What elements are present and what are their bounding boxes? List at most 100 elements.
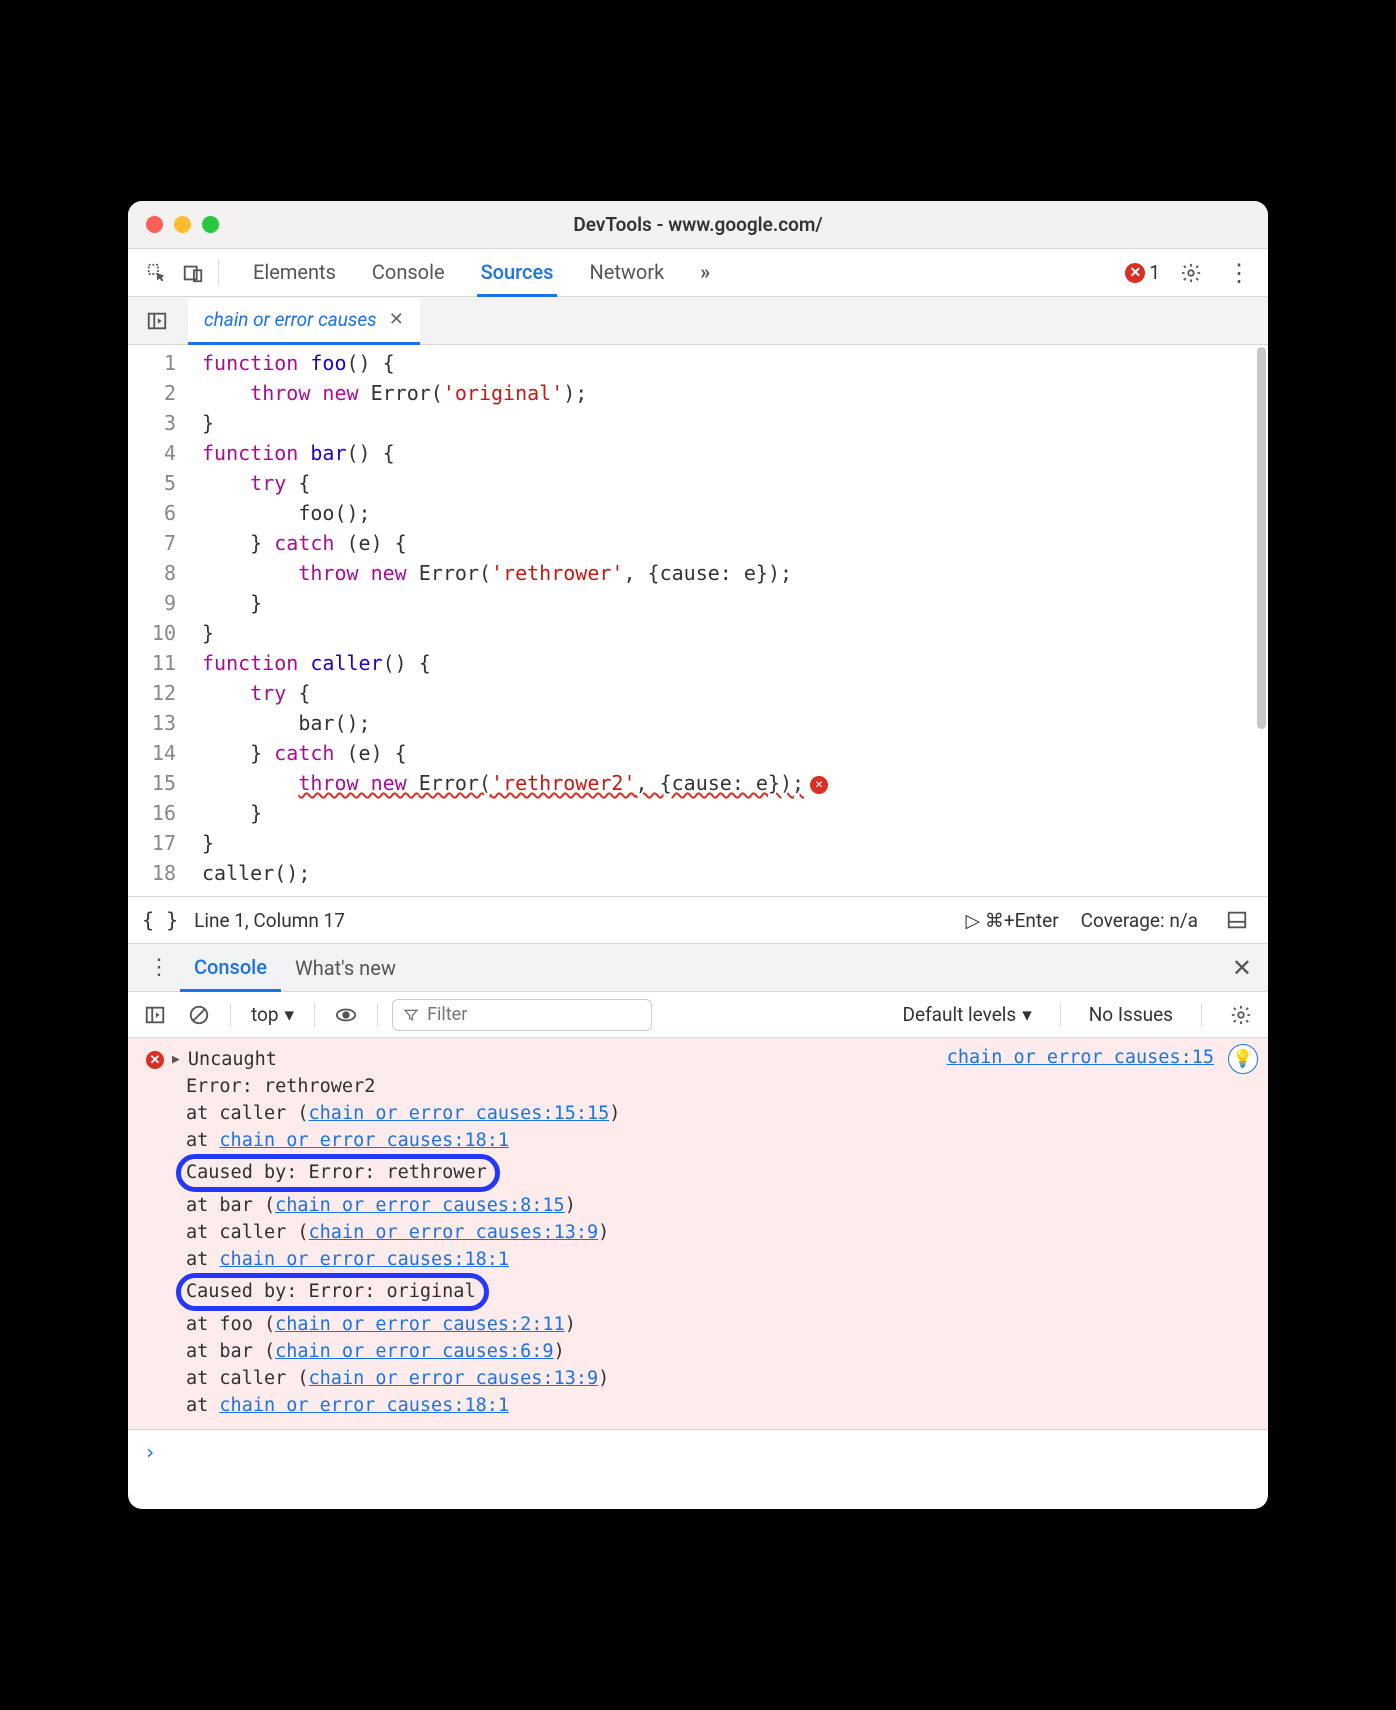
source-link[interactable]: chain or error causes:18:1 [219, 1130, 509, 1151]
close-window-button[interactable] [146, 216, 163, 233]
ai-lightbulb-icon[interactable]: 💡 [1228, 1044, 1258, 1074]
separator [1201, 1003, 1202, 1027]
expand-toggle-icon[interactable]: ▶ [172, 1046, 180, 1073]
source-link[interactable]: chain or error causes:13:9 [309, 1368, 599, 1389]
tabs-overflow-button[interactable]: » [696, 250, 714, 296]
code-line[interactable]: foo(); [202, 498, 828, 528]
maximize-window-button[interactable] [202, 216, 219, 233]
run-snippet-button[interactable]: ▷ ⌘+Enter [966, 909, 1059, 932]
context-selector[interactable]: top ▾ [245, 1003, 300, 1026]
source-link[interactable]: chain or error causes:18:1 [219, 1249, 509, 1270]
line-number: 2 [128, 378, 176, 408]
message-source-link[interactable]: chain or error causes:15 [947, 1044, 1214, 1071]
live-expression-icon[interactable] [329, 998, 363, 1032]
code-editor[interactable]: 123456789101112131415161718 function foo… [128, 345, 1268, 896]
code-line[interactable]: } [202, 588, 828, 618]
traffic-lights [146, 216, 219, 233]
line-number: 17 [128, 828, 176, 858]
titlebar: DevTools - www.google.com/ [128, 201, 1268, 249]
separator [1060, 1003, 1061, 1027]
inspect-element-icon[interactable] [140, 256, 174, 290]
line-number: 8 [128, 558, 176, 588]
code-line[interactable]: try { [202, 678, 828, 708]
main-toolbar: Elements Console Sources Network » ✕ 1 ⋮ [128, 249, 1268, 297]
tab-elements[interactable]: Elements [249, 250, 340, 296]
settings-icon[interactable] [1174, 256, 1208, 290]
drawer-tab-console[interactable]: Console [180, 945, 281, 992]
pretty-print-icon[interactable]: { } [142, 908, 178, 932]
scrollbar-thumb[interactable] [1257, 347, 1266, 729]
tab-sources[interactable]: Sources [477, 250, 558, 297]
line-number: 7 [128, 528, 176, 558]
code-line[interactable]: function foo() { [202, 348, 828, 378]
stack-frame: Error: rethrower2 [146, 1073, 1256, 1100]
filter-placeholder: Filter [427, 1004, 467, 1025]
levels-label: Default levels [903, 1003, 1017, 1026]
code-line[interactable]: throw new Error('rethrower', {cause: e})… [202, 558, 828, 588]
code-line[interactable]: function caller() { [202, 648, 828, 678]
code-line[interactable]: try { [202, 468, 828, 498]
clear-console-icon[interactable] [182, 998, 216, 1032]
filter-input[interactable]: Filter [392, 999, 652, 1031]
code-line[interactable]: } catch (e) { [202, 528, 828, 558]
issues-button[interactable]: No Issues [1083, 1003, 1179, 1026]
kebab-menu-icon[interactable]: ⋮ [1222, 256, 1256, 290]
error-icon: ✕ [1125, 263, 1145, 283]
source-link[interactable]: chain or error causes:6:9 [275, 1341, 553, 1362]
drawer-tab-whatsnew[interactable]: What's new [281, 946, 410, 990]
code-line[interactable]: function bar() { [202, 438, 828, 468]
line-number: 11 [128, 648, 176, 678]
cursor-position: Line 1, Column 17 [194, 909, 345, 932]
line-number: 1 [128, 348, 176, 378]
editor-statusbar: { } Line 1, Column 17 ▷ ⌘+Enter Coverage… [128, 896, 1268, 944]
console-sidebar-toggle-icon[interactable] [138, 998, 172, 1032]
code-line[interactable]: throw new Error('original'); [202, 378, 828, 408]
source-link[interactable]: chain or error causes:2:11 [275, 1314, 565, 1335]
code-line[interactable]: throw new Error('rethrower2', {cause: e}… [202, 768, 828, 798]
console-toolbar: top ▾ Filter Default levels ▾ No Issues [128, 992, 1268, 1038]
code-line[interactable]: } [202, 798, 828, 828]
source-link[interactable]: chain or error causes:8:15 [275, 1195, 565, 1216]
navigator-toggle-icon[interactable] [140, 304, 174, 338]
stack-frame: at chain or error causes:18:1 [146, 1127, 1256, 1154]
console-settings-icon[interactable] [1224, 998, 1258, 1032]
source-link[interactable]: chain or error causes:15:15 [309, 1103, 610, 1124]
error-count-badge[interactable]: ✕ 1 [1125, 261, 1160, 284]
code-content[interactable]: function foo() { throw new Error('origin… [190, 348, 828, 888]
source-link[interactable]: chain or error causes:13:9 [309, 1222, 599, 1243]
source-link[interactable]: chain or error causes:18:1 [219, 1395, 509, 1416]
dock-side-icon[interactable] [1220, 903, 1254, 937]
log-levels-selector[interactable]: Default levels ▾ [897, 1003, 1038, 1026]
file-tab[interactable]: chain or error causes ✕ [188, 298, 420, 345]
stack-trace: Error: rethrower2 at caller (chain or er… [146, 1073, 1256, 1419]
minimize-window-button[interactable] [174, 216, 191, 233]
line-number: 6 [128, 498, 176, 528]
chevron-down-icon: ▾ [285, 1003, 295, 1026]
inline-error-icon[interactable]: ✕ [810, 776, 828, 794]
separator [314, 1003, 315, 1027]
line-number: 3 [128, 408, 176, 438]
devtools-window: DevTools - www.google.com/ Elements Cons… [128, 201, 1268, 1509]
stack-frame: at chain or error causes:18:1 [146, 1392, 1256, 1419]
drawer-menu-icon[interactable]: ⋮ [138, 955, 180, 980]
tab-console[interactable]: Console [368, 250, 449, 296]
stack-frame: at caller (chain or error causes:13:9) [146, 1219, 1256, 1246]
line-number: 18 [128, 858, 176, 888]
device-toolbar-icon[interactable] [176, 256, 210, 290]
code-line[interactable]: caller(); [202, 858, 828, 888]
close-file-tab-icon[interactable]: ✕ [389, 309, 404, 330]
stack-frame: at caller (chain or error causes:15:15) [146, 1100, 1256, 1127]
drawer-close-icon[interactable]: ✕ [1226, 954, 1258, 982]
chevron-down-icon: ▾ [1022, 1003, 1032, 1026]
line-number-gutter: 123456789101112131415161718 [128, 348, 190, 888]
code-line[interactable]: bar(); [202, 708, 828, 738]
line-number: 15 [128, 768, 176, 798]
console-prompt[interactable]: › [128, 1430, 1268, 1474]
cause-highlight: Caused by: Error: rethrower [176, 1154, 500, 1192]
tab-network[interactable]: Network [585, 250, 668, 296]
code-line[interactable]: } catch (e) { [202, 738, 828, 768]
code-line[interactable]: } [202, 828, 828, 858]
code-line[interactable]: } [202, 408, 828, 438]
stack-frame: at foo (chain or error causes:2:11) [146, 1311, 1256, 1338]
code-line[interactable]: } [202, 618, 828, 648]
